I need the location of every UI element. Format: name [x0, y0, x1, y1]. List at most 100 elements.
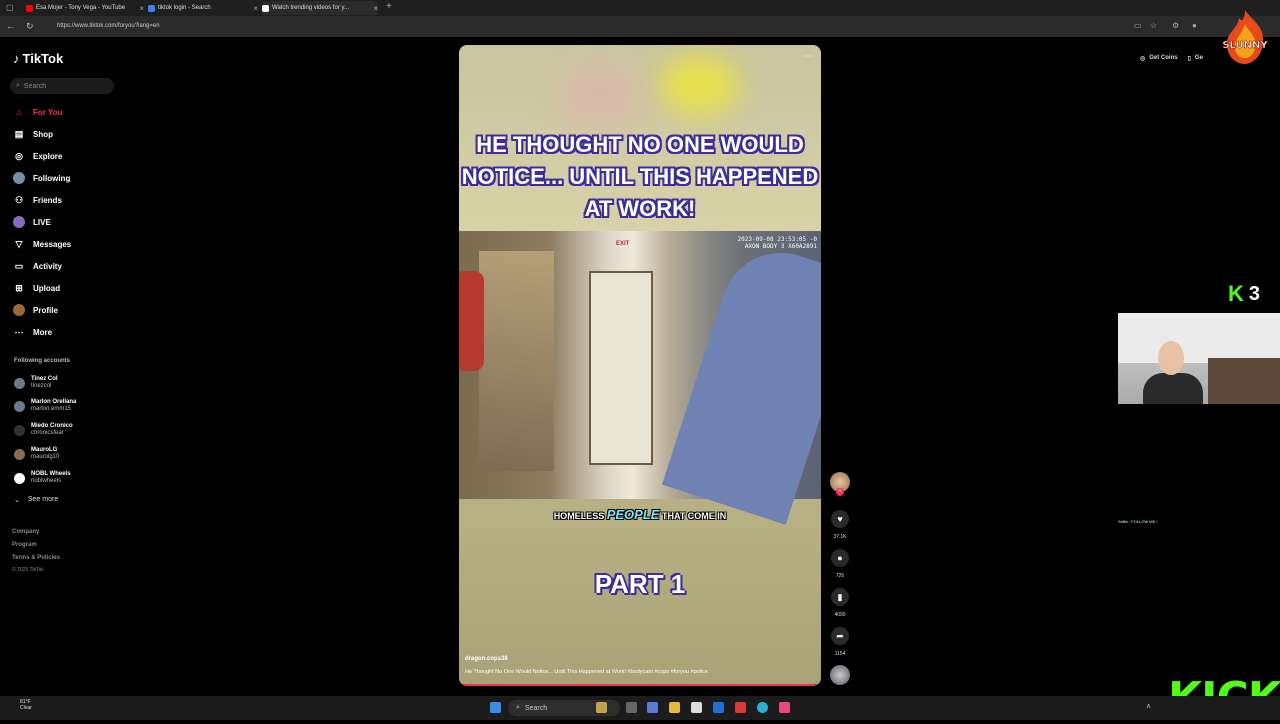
following-account[interactable]: Tinez Col tinezcol: [14, 374, 58, 392]
music-disc-icon[interactable]: [830, 665, 850, 685]
nav-for-you[interactable]: ⌂ For You: [13, 103, 133, 121]
shop-icon: ▤: [14, 128, 24, 139]
nav-explore[interactable]: ◎ Explore: [13, 147, 133, 165]
windows-taskbar: 81°F Clear ⌕ Search ∧: [0, 696, 1280, 720]
tiktok-logo[interactable]: ♪ TikTok: [13, 51, 63, 66]
video-player[interactable]: HE THOUGHT NO ONE WOULD NOTICE... UNTIL …: [459, 45, 821, 686]
video-subtitle: HOMELESS PEOPLE THAT COME IN: [553, 507, 727, 522]
refresh-icon[interactable]: ↻: [26, 21, 34, 32]
search-highlight-icon: [596, 702, 607, 713]
arm-image: [662, 237, 821, 525]
following-accounts-title: Following accounts: [14, 358, 71, 364]
following-account[interactable]: NOBL Wheels noblwheels: [14, 469, 71, 487]
video-part-label: PART 1: [594, 569, 686, 599]
follow-plus-icon[interactable]: +: [836, 488, 844, 496]
coin-icon: ◎: [1140, 56, 1146, 62]
copilot-icon[interactable]: [647, 702, 658, 713]
chevron-down-icon: ⌄: [14, 497, 20, 504]
share-button[interactable]: ➦ 1154: [826, 627, 854, 657]
favorite-star-icon[interactable]: ☆: [1150, 21, 1157, 30]
door-image: [589, 271, 653, 465]
browser-tab-bar: ▢ Esa Mujer - Tony Vega - YouTube × tikt…: [0, 0, 1280, 16]
nav-messages[interactable]: ▽ Messages: [13, 235, 133, 253]
tab-search[interactable]: tiktok login - Search ×: [148, 1, 258, 15]
comment-count: 726: [835, 573, 845, 579]
bodycam-frame: EXIT 2023-09-08 23:53:05 -0 AXON BODY 3 …: [459, 231, 821, 525]
footer-terms[interactable]: Terms & Policies: [12, 555, 60, 561]
nav-profile[interactable]: Profile: [13, 301, 133, 319]
shelf-image: [479, 251, 554, 471]
slunny-logo: SLUNNY: [1222, 10, 1269, 64]
tab-youtube[interactable]: Esa Mujer - Tony Vega - YouTube ×: [26, 1, 144, 15]
app-icon[interactable]: [735, 702, 746, 713]
app-icon[interactable]: [779, 702, 790, 713]
footer-program[interactable]: Program: [12, 542, 37, 548]
following-icon: [13, 172, 25, 184]
avatar: [14, 448, 25, 460]
video-caption: He Thought No One Would Notice... Until …: [465, 669, 708, 675]
nav-shop[interactable]: ▤ Shop: [13, 125, 133, 143]
profile-icon: [13, 304, 25, 316]
nav-following[interactable]: Following: [13, 169, 133, 187]
edge-icon[interactable]: [757, 702, 768, 713]
video-progress-fill: [459, 684, 814, 686]
kick-k-icon: K: [1228, 281, 1244, 306]
comment-button[interactable]: ● 726: [826, 549, 854, 579]
file-explorer-icon[interactable]: [669, 702, 680, 713]
follow-overlay-text: Seffix : FOLLOW ME !: [1118, 519, 1158, 524]
url-field[interactable]: https://www.tiktok.com/foryou?lang=en: [50, 20, 1137, 33]
like-count: 37.1K: [833, 534, 847, 540]
video-author[interactable]: dragon.cops38: [465, 656, 508, 662]
exit-sign: EXIT: [616, 241, 630, 247]
messages-icon: ▽: [15, 238, 23, 249]
webcam-wall: [1118, 313, 1280, 363]
nav-friends[interactable]: ⚇ Friends: [13, 191, 133, 209]
get-app-icon: ▯: [1187, 56, 1191, 62]
nav-activity[interactable]: ▭ Activity: [13, 257, 133, 275]
tiktok-note-icon: ♪: [13, 51, 20, 66]
tray-chevron-icon[interactable]: ∧: [1146, 702, 1151, 710]
back-icon[interactable]: ←: [6, 21, 15, 31]
footer-company[interactable]: Company: [12, 529, 39, 535]
nav-upload[interactable]: ⊞ Upload: [13, 279, 133, 297]
following-account[interactable]: MauroLG mauroig10: [14, 445, 59, 463]
profile-icon[interactable]: ●: [1192, 21, 1197, 30]
extensions-icon[interactable]: ⚙: [1172, 21, 1179, 30]
close-tab-icon[interactable]: ×: [253, 4, 258, 13]
weather-widget[interactable]: 81°F Clear: [20, 699, 32, 711]
search-engine-icon: [148, 4, 155, 12]
window-menu-icon[interactable]: ▢: [6, 3, 14, 12]
start-icon[interactable]: [490, 702, 501, 713]
new-tab-icon[interactable]: +: [386, 1, 392, 12]
read-mode-icon[interactable]: ▭: [1134, 21, 1142, 30]
mail-icon[interactable]: [713, 702, 724, 713]
store-icon[interactable]: [691, 702, 702, 713]
nav-more[interactable]: ⋯ More: [13, 323, 133, 341]
avatar: [14, 400, 25, 412]
see-more-button[interactable]: ⌄ See more: [14, 496, 58, 504]
get-coins-button[interactable]: ◎ Get Coins ▯ Ge: [1140, 55, 1203, 62]
video-more-icon[interactable]: ⋯: [803, 51, 813, 62]
webcam-person-body: [1143, 373, 1203, 404]
close-tab-icon[interactable]: ×: [139, 4, 144, 13]
nav-live[interactable]: LIVE: [13, 213, 133, 231]
like-button[interactable]: ♥ 37.1K: [826, 510, 854, 540]
youtube-icon: [26, 4, 33, 12]
search-input[interactable]: ⌕ Search: [10, 78, 114, 94]
webcam-person-face: [1158, 341, 1184, 375]
tiktok-tab-icon: [262, 4, 269, 12]
close-tab-icon[interactable]: ×: [373, 4, 378, 13]
video-headline-text: HE THOUGHT NO ONE WOULD NOTICE... UNTIL …: [461, 132, 819, 221]
kick-viewer-count: K 3: [1228, 281, 1261, 306]
following-account[interactable]: Miedo Cronico chronicsfear: [14, 421, 73, 439]
save-button[interactable]: ▮ 4090: [826, 588, 854, 618]
avatar: [14, 472, 25, 484]
video-progress-bar[interactable]: [459, 684, 821, 686]
save-count: 4090: [834, 612, 846, 618]
streamer-webcam: [1118, 313, 1280, 404]
following-account[interactable]: Marlon Orellana marlon.emm15: [14, 397, 76, 415]
avatar: [14, 377, 25, 389]
task-view-icon[interactable]: [626, 702, 637, 713]
tab-tiktok[interactable]: Watch trending videos for y... ×: [262, 1, 378, 15]
share-icon: ➦: [831, 627, 849, 645]
